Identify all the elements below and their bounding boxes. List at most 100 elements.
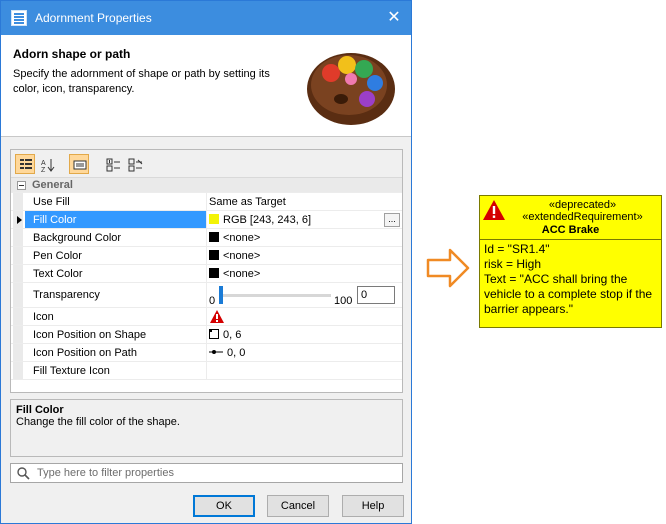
color-swatch: [209, 214, 219, 224]
color-palette-icon: [307, 53, 395, 125]
property-name: Icon Position on Path: [25, 344, 207, 361]
icon-position-shape-value: 0, 6: [223, 329, 242, 341]
property-row-icon[interactable]: Icon: [11, 308, 402, 326]
property-row-fill-color[interactable]: Fill Color RGB [243, 243, 6] ...: [11, 211, 402, 229]
row-marker: [13, 247, 23, 264]
pen-color-value: <none>: [223, 250, 261, 262]
color-swatch: [209, 268, 219, 278]
sort-alphabetical-icon[interactable]: AZ: [37, 154, 57, 174]
right-arrow-icon: [426, 248, 470, 288]
row-marker: [13, 193, 23, 210]
property-value[interactable]: <none>: [207, 229, 402, 246]
description-title: Fill Color: [16, 404, 64, 416]
row-marker: [13, 344, 23, 361]
current-row-arrow-icon: [17, 216, 22, 224]
header-description: Specify the adornment of shape or path b…: [13, 68, 270, 95]
filter-box: [10, 463, 403, 483]
text-color-value: <none>: [223, 268, 261, 280]
transparency-slider-thumb[interactable]: [219, 286, 223, 304]
path-position-icon: [209, 350, 223, 354]
property-name: Icon: [25, 308, 207, 325]
app-icon: [11, 10, 27, 26]
filter-input[interactable]: [35, 465, 395, 481]
title-bar: Adornment Properties ✕: [1, 1, 411, 35]
property-value[interactable]: 0, 0: [207, 344, 402, 361]
fill-color-value: RGB [243, 243, 6]: [223, 214, 312, 226]
cancel-button[interactable]: Cancel: [267, 495, 329, 517]
requirement-line: barrier appears.": [484, 302, 573, 316]
property-name: Icon Position on Shape: [25, 326, 207, 343]
property-row-background-color[interactable]: Background Color <none>: [11, 229, 402, 247]
row-marker: [13, 326, 23, 343]
property-description: Fill Color Change the fill color of the …: [10, 399, 403, 457]
property-value-fill-color[interactable]: RGB [243, 243, 6] ...: [207, 211, 402, 228]
property-row-fill-texture-icon[interactable]: Fill Texture Icon: [11, 362, 402, 380]
properties-toolbar: AZ: [11, 150, 402, 178]
transparency-value-field[interactable]: 0: [357, 286, 395, 304]
property-name: Background Color: [25, 229, 207, 246]
help-button[interactable]: Help: [342, 495, 404, 517]
property-value-icon[interactable]: [207, 308, 402, 325]
property-name: Text Color: [25, 265, 207, 282]
adornment-properties-dialog: Adornment Properties ✕ Adorn shape or pa…: [0, 0, 412, 524]
warning-icon: [483, 200, 505, 220]
edit-color-button[interactable]: ...: [384, 213, 400, 227]
stereotype-deprecated: «deprecated»: [548, 199, 617, 211]
requirement-line: Id = "SR1.4": [484, 242, 550, 256]
property-name: Use Fill: [25, 193, 207, 210]
property-row-transparency[interactable]: Transparency 0 100 0: [11, 283, 402, 308]
color-swatch: [209, 250, 219, 260]
category-general[interactable]: General: [11, 178, 402, 193]
property-row-icon-position-shape[interactable]: Icon Position on Shape 0, 6: [11, 326, 402, 344]
property-grid: General Use Fill Same as Target Fill Col…: [11, 178, 402, 380]
requirement-line: Text = "ACC shall bring the: [484, 272, 628, 286]
requirement-line: risk = High: [484, 257, 542, 271]
properties-panel: AZ General Use Fill Same as Target Fill …: [10, 149, 403, 393]
collapse-toggle-icon[interactable]: [17, 181, 26, 190]
stereotype-extended-requirement: «extendedRequirement»: [522, 211, 643, 223]
property-value-transparency: 0 100 0: [207, 283, 402, 307]
row-marker: [13, 211, 23, 228]
row-marker: [13, 362, 23, 379]
svg-text:Z: Z: [41, 167, 46, 173]
category-label: General: [32, 179, 73, 191]
categorized-view-icon[interactable]: [15, 154, 35, 174]
square-position-icon: [209, 329, 219, 339]
property-name: Pen Color: [25, 247, 207, 264]
header-title: Adorn shape or path: [13, 47, 131, 61]
dialog-header: Adorn shape or path Specify the adornmen…: [1, 35, 411, 137]
property-name: Fill Texture Icon: [25, 362, 207, 379]
requirement-body: Id = "SR1.4" risk = High Text = "ACC sha…: [480, 240, 661, 319]
property-row-use-fill[interactable]: Use Fill Same as Target: [11, 193, 402, 211]
collapse-all-icon[interactable]: [125, 154, 145, 174]
expand-all-icon[interactable]: [103, 154, 123, 174]
property-value[interactable]: <none>: [207, 265, 402, 282]
close-button[interactable]: ✕: [385, 9, 403, 27]
row-marker: [13, 283, 23, 307]
ok-button[interactable]: OK: [193, 495, 255, 517]
row-marker: [13, 265, 23, 282]
requirement-header: «deprecated» «extendedRequirement» ACC B…: [480, 196, 661, 240]
row-marker: [13, 308, 23, 325]
transparency-slider-track[interactable]: [219, 294, 331, 297]
description-text: Change the fill color of the shape.: [16, 416, 180, 428]
property-row-text-color[interactable]: Text Color <none>: [11, 265, 402, 283]
icon-position-path-value: 0, 0: [227, 347, 246, 359]
svg-text:A: A: [41, 160, 46, 167]
requirement-line: vehicle to a complete stop if the: [484, 287, 653, 301]
properties-mode-icon[interactable]: [69, 154, 89, 174]
property-value[interactable]: <none>: [207, 247, 402, 264]
requirement-name: ACC Brake: [541, 224, 600, 236]
color-swatch: [209, 232, 219, 242]
property-value[interactable]: Same as Target: [207, 193, 402, 210]
row-marker: [13, 229, 23, 246]
property-row-icon-position-path[interactable]: Icon Position on Path 0, 0: [11, 344, 402, 362]
warning-icon: [210, 310, 224, 323]
property-value[interactable]: 0, 6: [207, 326, 402, 343]
property-name: Fill Color: [25, 211, 207, 228]
requirement-shape[interactable]: «deprecated» «extendedRequirement» ACC B…: [479, 195, 662, 328]
background-color-value: <none>: [223, 232, 261, 244]
dialog-title: Adornment Properties: [35, 11, 152, 25]
property-value[interactable]: [207, 362, 402, 379]
property-row-pen-color[interactable]: Pen Color <none>: [11, 247, 402, 265]
